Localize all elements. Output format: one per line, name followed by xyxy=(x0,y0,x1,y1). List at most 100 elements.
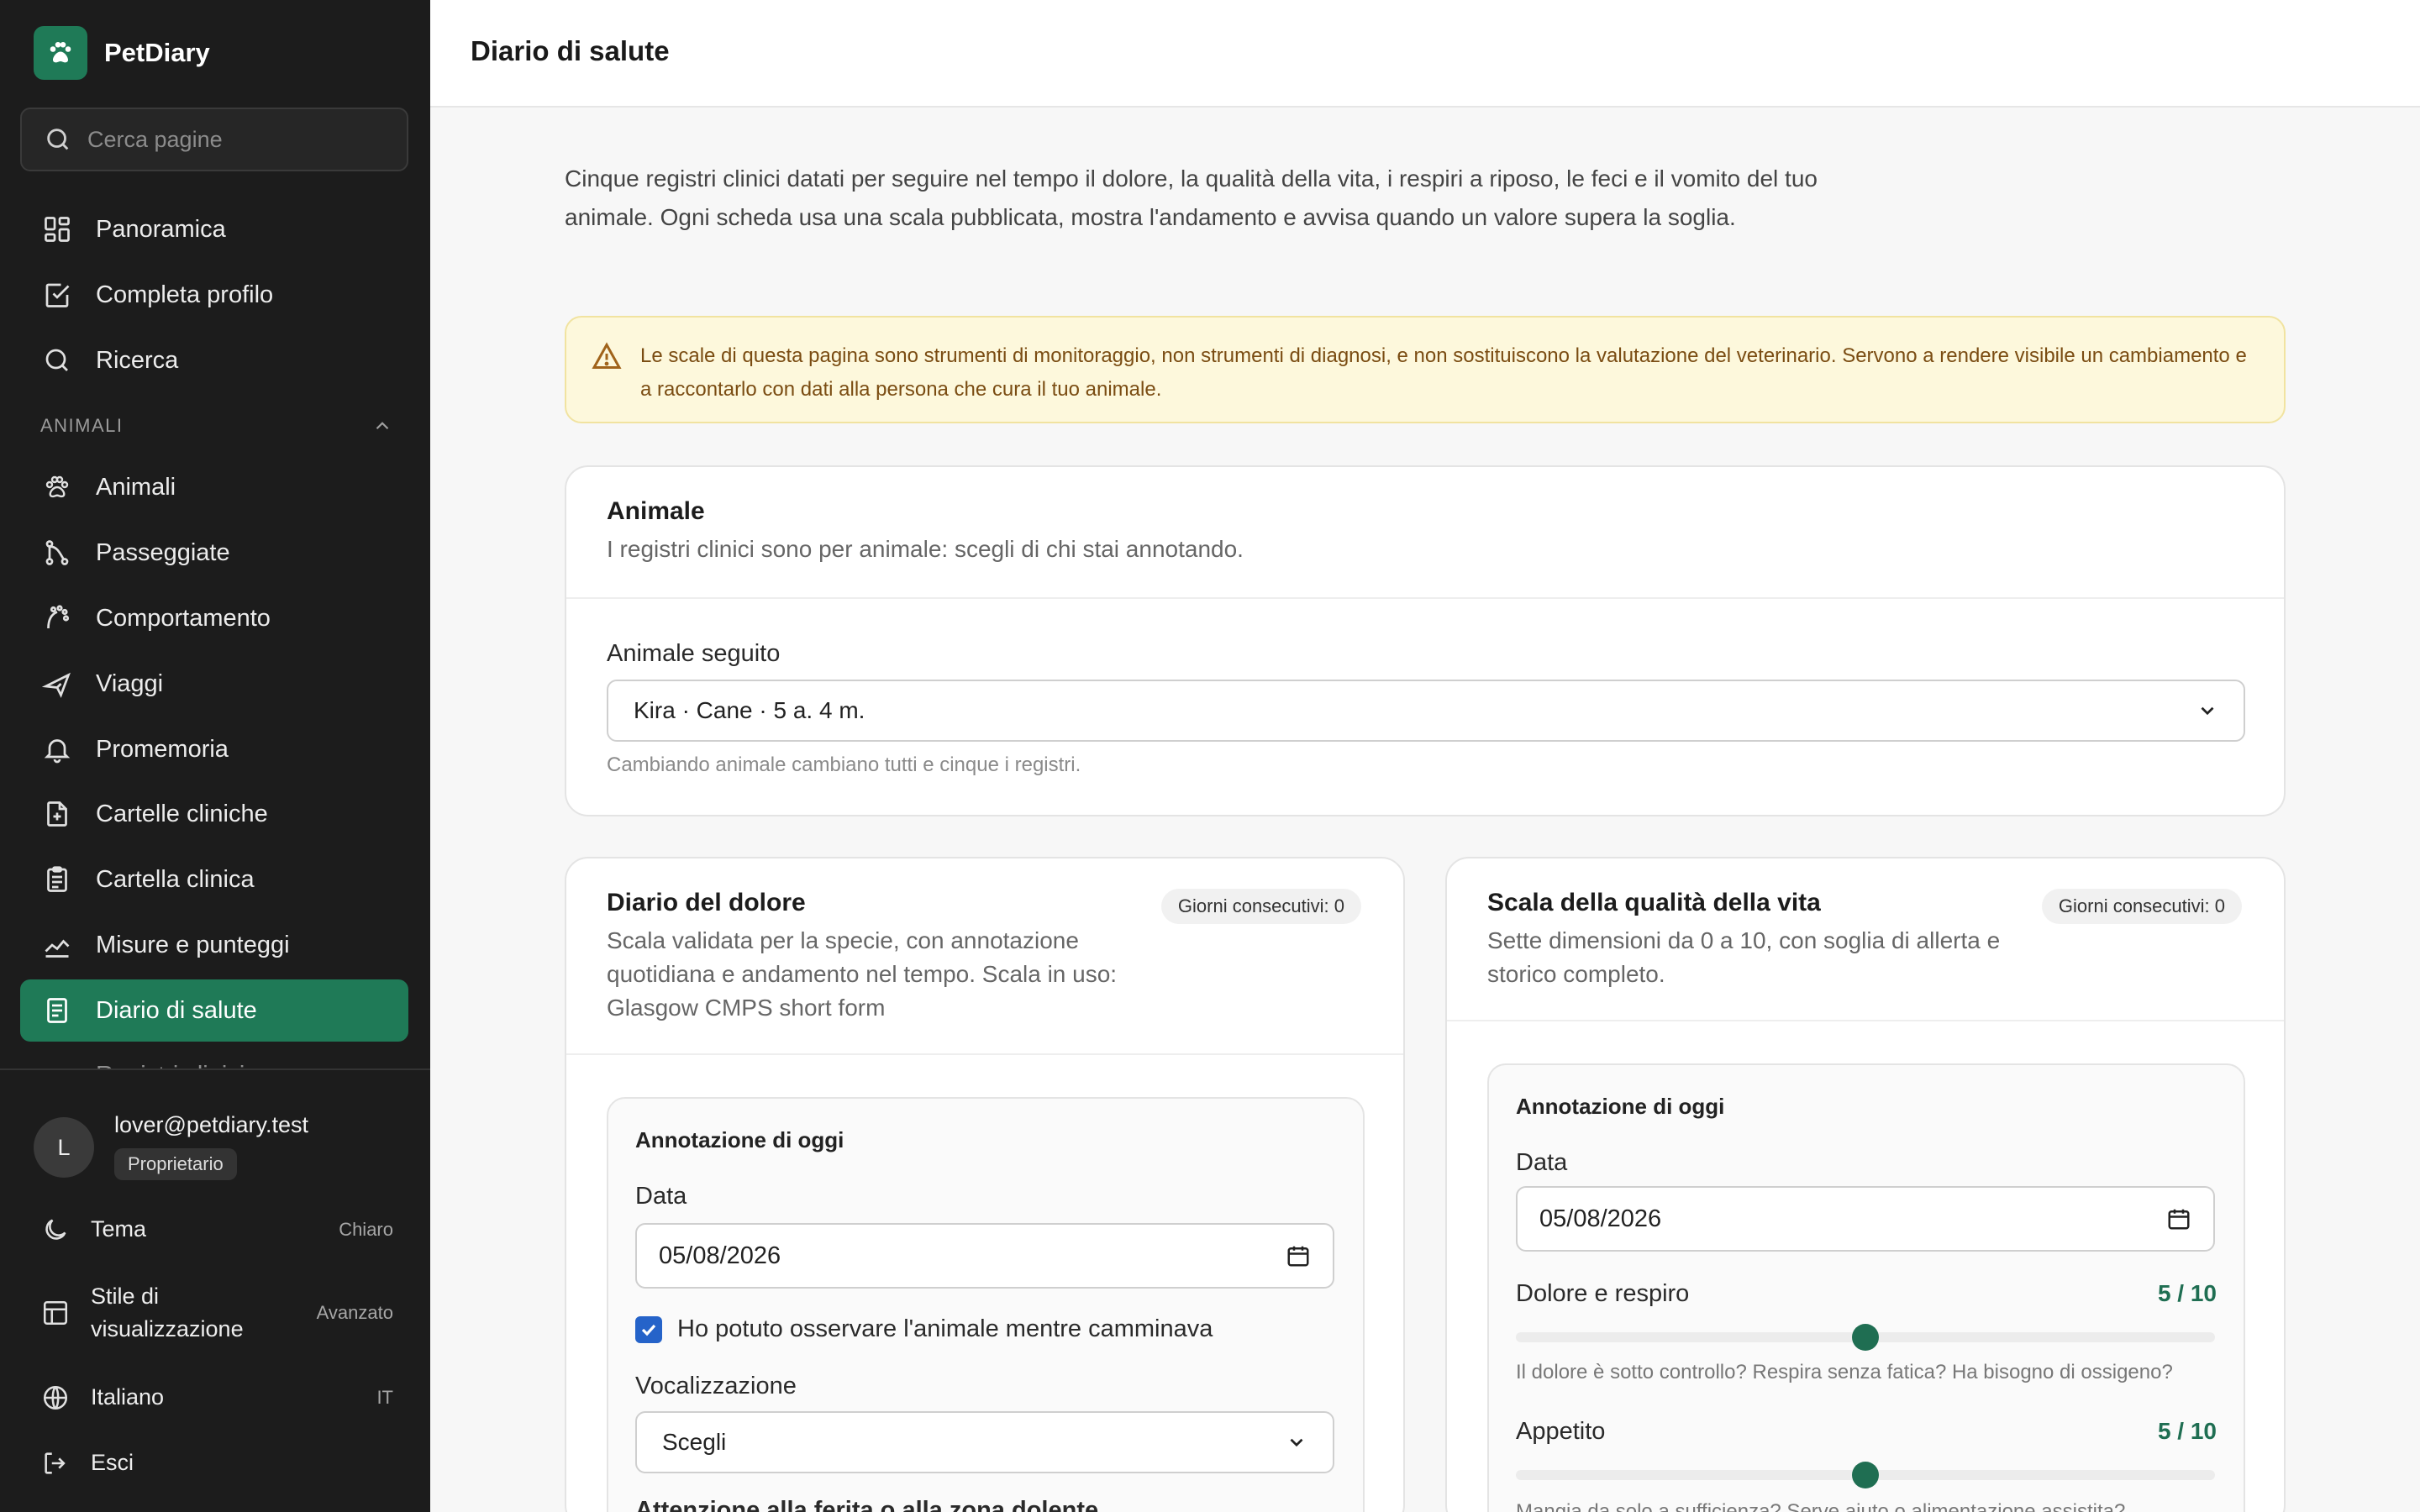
qol-date-label: Data xyxy=(1516,1149,1568,1176)
alert-text: Le scale di questa pagina sono strumenti… xyxy=(640,344,2247,401)
animal-select-value: Kira · Cane · 5 a. 4 m. xyxy=(634,697,865,723)
display-style-value: Avanzato xyxy=(316,1302,393,1324)
qol-date-input[interactable]: 05/08/2026 xyxy=(1516,1186,2215,1252)
walk-observed-checkbox[interactable] xyxy=(635,1315,662,1343)
user-email: lover@petdiary.test xyxy=(114,1112,309,1137)
logout-button[interactable]: Esci xyxy=(40,1446,393,1479)
sidebar-footer: L lover@petdiary.test Proprietario Tema … xyxy=(0,1068,430,1512)
chart-line-icon xyxy=(40,928,74,962)
globe-icon xyxy=(40,1383,71,1413)
language-label: Italiano xyxy=(91,1384,165,1410)
main-content: Diario di salute Cinque registri clinici… xyxy=(430,0,2420,1512)
qol-entry-title: Annotazione di oggi xyxy=(1516,1094,1725,1119)
clipboard-icon xyxy=(40,863,74,896)
grid-icon xyxy=(40,213,74,246)
nav-item-comportamento[interactable]: Comportamento xyxy=(20,587,408,649)
app-name: PetDiary xyxy=(104,38,210,67)
paw-icon xyxy=(40,470,74,504)
walk-observed-checkbox-row[interactable]: Ho potuto osservare l'animale mentre cam… xyxy=(635,1315,1213,1343)
nav-label: Completa profilo xyxy=(96,281,274,308)
sidebar: PetDiary Panoramica Completa profilo Ric… xyxy=(0,0,430,1512)
streak-badge: Giorni consecutivi: 0 xyxy=(1160,889,1361,924)
pain-entry-card: Annotazione di oggi Data 05/08/2026 Ho p… xyxy=(607,1097,1365,1512)
display-style-label: Stile di visualizzazione xyxy=(91,1284,244,1342)
pain-card-title: Diario del dolore xyxy=(607,889,806,916)
nav-item-cartelle-cliniche[interactable]: Cartelle cliniche xyxy=(20,783,408,845)
qol-card: Scala della qualità della vita Sette dim… xyxy=(1445,857,2286,1512)
pain-diary-card: Diario del dolore Scala validata per la … xyxy=(565,857,1405,1512)
nav-item-ricerca[interactable]: Ricerca xyxy=(20,329,408,391)
calendar-icon[interactable] xyxy=(2166,1206,2191,1231)
nav-item-cartella-clinica[interactable]: Cartella clinica xyxy=(20,848,408,911)
user-profile[interactable]: L lover@petdiary.test Proprietario xyxy=(34,1112,308,1180)
search-icon xyxy=(40,344,74,377)
page-title: Diario di salute xyxy=(471,35,670,66)
vocal-label: Vocalizzazione xyxy=(635,1373,797,1399)
bell-icon xyxy=(40,732,74,766)
chevron-down-icon xyxy=(1290,1438,1303,1447)
role-badge: Proprietario xyxy=(114,1148,237,1180)
animal-select[interactable]: Kira · Cane · 5 a. 4 m. xyxy=(607,680,2245,742)
vocal-select[interactable]: Scegli xyxy=(635,1411,1334,1473)
nav-item-diario-di-salute[interactable]: Diario di salute xyxy=(20,979,408,1042)
check-icon xyxy=(641,1324,656,1336)
scale-label-appetite: Appetito xyxy=(1516,1418,1606,1445)
scale-label-pain-breath: Dolore e respiro xyxy=(1516,1280,1690,1307)
nav-item-misure-e-punteggi[interactable]: Misure e punteggi xyxy=(20,914,408,976)
display-style-toggle[interactable]: Stile di visualizzazione Avanzato xyxy=(40,1280,393,1346)
brand[interactable]: PetDiary xyxy=(34,26,210,80)
slider-thumb[interactable] xyxy=(1852,1324,1879,1351)
logout-label: Esci xyxy=(91,1450,134,1475)
nav-item-viaggi[interactable]: Viaggi xyxy=(20,653,408,715)
calendar-icon[interactable] xyxy=(1286,1243,1311,1268)
streak-badge: Giorni consecutivi: 0 xyxy=(2041,889,2242,924)
pain-date-value: 05/08/2026 xyxy=(659,1242,781,1269)
scale-hint-pain-breath: Il dolore è sotto controllo? Respira sen… xyxy=(1516,1361,2173,1383)
nav-item-promemoria[interactable]: Promemoria xyxy=(20,718,408,780)
nav-item-passeggiate[interactable]: Passeggiate xyxy=(20,522,408,584)
search-icon xyxy=(47,129,69,150)
plane-icon xyxy=(40,667,74,701)
document-icon xyxy=(40,994,74,1027)
nav-label: Passeggiate xyxy=(96,538,230,566)
avatar: L xyxy=(34,1117,94,1178)
section-label: ANIMALI xyxy=(40,415,124,436)
animal-select-hint: Cambiando animale cambiano tutti e cinqu… xyxy=(607,753,1081,776)
animal-card: Animale I registri clinici sono per anim… xyxy=(565,465,2286,816)
nav-label: Comportamento xyxy=(96,604,271,632)
nav-item-panoramica[interactable]: Panoramica xyxy=(20,198,408,260)
wound-attention-label: Attenzione alla ferita o alla zona dolen… xyxy=(635,1497,1099,1512)
nav-label: Cartelle cliniche xyxy=(96,800,268,827)
theme-toggle[interactable]: Tema Chiaro xyxy=(40,1213,393,1246)
pain-date-input[interactable]: 05/08/2026 xyxy=(635,1223,1334,1289)
nav-label: Cartella clinica xyxy=(96,865,255,893)
nav-item-completa-profilo[interactable]: Completa profilo xyxy=(20,264,408,326)
search-input[interactable] xyxy=(87,126,390,153)
search-box xyxy=(20,108,408,171)
nav-label: Ricerca xyxy=(96,346,179,374)
language-toggle[interactable]: Italiano IT xyxy=(40,1381,393,1414)
logout-icon xyxy=(40,1448,71,1478)
section-header-animali[interactable]: ANIMALI xyxy=(40,415,393,437)
nav-label: Misure e punteggi xyxy=(96,931,290,958)
page-intro: Cinque registri clinici datati per segui… xyxy=(565,165,1818,230)
behavior-icon xyxy=(40,601,74,635)
animal-select-label: Animale seguito xyxy=(607,640,781,667)
scale-hint-appetite: Mangia da solo a sufficienza? Serve aiut… xyxy=(1516,1500,2126,1512)
nav-label: Promemoria xyxy=(96,735,229,763)
qol-card-subtitle: Sette dimensioni da 0 a 10, con soglia d… xyxy=(1487,927,2001,987)
slider-thumb[interactable] xyxy=(1852,1462,1879,1488)
layout-icon xyxy=(40,1298,71,1328)
nav-item-animali[interactable]: Animali xyxy=(20,456,408,518)
slider-appetite[interactable] xyxy=(1516,1462,2215,1488)
nav-label: Animali xyxy=(96,473,176,501)
nav-label: Diario di salute xyxy=(96,996,257,1024)
top-bar: Diario di salute xyxy=(430,0,2420,108)
warning-icon xyxy=(592,342,622,369)
theme-value: Chiaro xyxy=(339,1218,393,1240)
slider-pain-breath[interactable] xyxy=(1516,1324,2215,1351)
route-icon xyxy=(40,536,74,570)
chevron-up-icon[interactable] xyxy=(371,415,393,437)
language-value: IT xyxy=(376,1386,393,1408)
nav-label: Viaggi xyxy=(96,669,164,697)
